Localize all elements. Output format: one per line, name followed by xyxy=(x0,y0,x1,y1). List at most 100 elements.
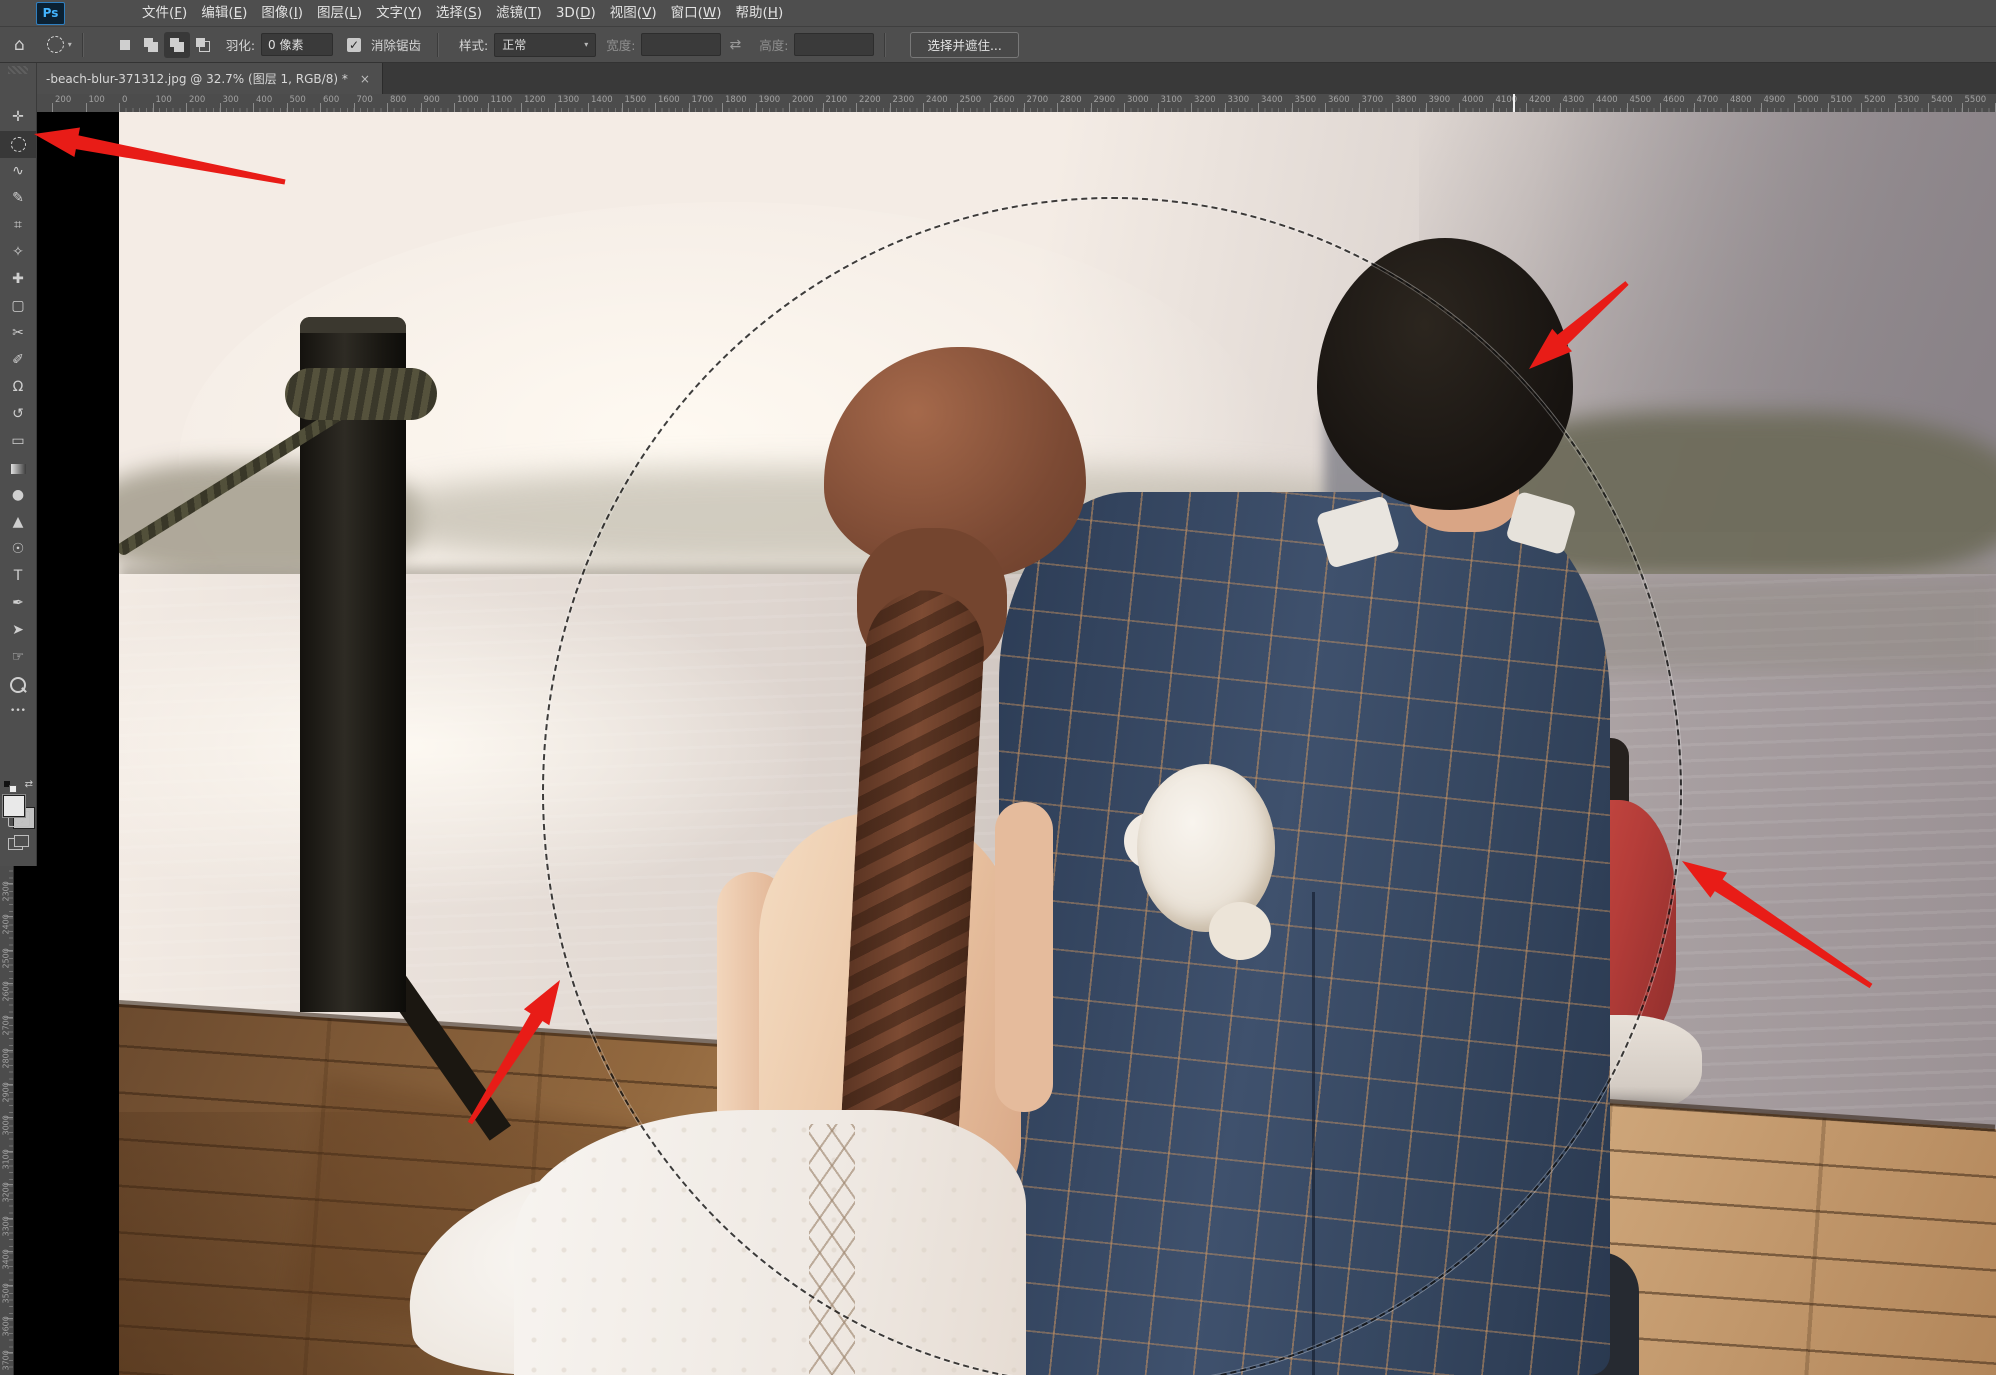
ruler-label: 3500 xyxy=(2,1283,11,1303)
menu-items: 文件(F)编辑(E)图像(I)图层(L)文字(Y)选择(S)滤镜(T)3D(D)… xyxy=(135,0,790,26)
patch-tool[interactable]: ▢ xyxy=(0,293,36,320)
menu-编辑[interactable]: 编辑(E) xyxy=(194,0,254,26)
foreground-color-swatch[interactable] xyxy=(3,795,25,817)
ruler-tick xyxy=(421,103,422,112)
blur-tool[interactable]: ● xyxy=(0,482,36,509)
ruler-tick xyxy=(1861,103,1862,112)
height-input[interactable] xyxy=(794,33,874,56)
menu-文字[interactable]: 文字(Y) xyxy=(369,0,429,26)
menu-窗口[interactable]: 窗口(W) xyxy=(664,0,729,26)
photoshop-logo[interactable]: Ps xyxy=(36,2,65,25)
ruler-label: 3600 xyxy=(1328,95,1350,105)
width-input[interactable] xyxy=(641,33,721,56)
ruler-label: 2800 xyxy=(2,1049,11,1069)
more-tools-icon: ••• xyxy=(10,706,26,716)
ruler-label: 1500 xyxy=(625,95,647,105)
intersect-selection-button[interactable] xyxy=(190,32,216,58)
quick-selection-tool[interactable]: ✎ xyxy=(0,185,36,212)
eraser-tool[interactable]: ▭ xyxy=(0,428,36,455)
ruler-label: 100 xyxy=(156,95,172,105)
history-brush-tool[interactable]: ↺ xyxy=(0,401,36,428)
ruler-tick xyxy=(1895,103,1896,112)
elliptical-marquee-tool[interactable] xyxy=(0,131,36,158)
ruler-label: 2300 xyxy=(2,881,11,901)
panel-grip[interactable] xyxy=(8,66,28,74)
swap-width-height-icon[interactable]: ⇄ xyxy=(729,37,741,53)
content-aware-move-tool[interactable]: ✂ xyxy=(0,320,36,347)
dodge-tool-icon: ☉ xyxy=(12,541,25,557)
blur-tool-icon: ● xyxy=(12,487,24,503)
more-tools[interactable]: ••• xyxy=(0,698,36,725)
clone-stamp-tool[interactable]: Ω xyxy=(0,374,36,401)
ruler-label: 200 xyxy=(55,95,71,105)
ruler-tick xyxy=(521,103,522,112)
home-icon[interactable]: ⌂ xyxy=(14,35,25,55)
swap-colors-icon[interactable]: ⇄ xyxy=(25,779,33,790)
screen-mode-button[interactable] xyxy=(8,835,28,850)
hand-tool-icon: ☞ xyxy=(12,649,25,665)
ruler-tick xyxy=(454,103,455,112)
style-label: 样式: xyxy=(459,35,488,54)
ruler-tick xyxy=(1292,103,1293,112)
subtract-from-selection-button[interactable] xyxy=(164,32,190,58)
hand-tool[interactable]: ☞ xyxy=(0,644,36,671)
ruler-tick xyxy=(1660,103,1661,112)
ruler-label: 1600 xyxy=(658,95,680,105)
content-aware-move-tool-icon: ✂ xyxy=(12,325,24,341)
lasso-tool[interactable]: ∿ xyxy=(0,158,36,185)
style-dropdown[interactable]: 正常 ▾ xyxy=(494,33,596,57)
eyedropper-tool[interactable]: ✧ xyxy=(0,239,36,266)
ruler-label: 2600 xyxy=(2,982,11,1002)
crop-tool[interactable]: ⌗ xyxy=(0,212,36,239)
ruler-tick xyxy=(52,103,53,112)
menu-选择[interactable]: 选择(S) xyxy=(429,0,489,26)
brush-tool[interactable]: ✐ xyxy=(0,347,36,374)
menu-图像[interactable]: 图像(I) xyxy=(254,0,310,26)
vertical-ruler[interactable]: 2300240025002600270028002900300031003200… xyxy=(0,866,14,1375)
ruler-tick xyxy=(1426,103,1427,112)
type-tool[interactable]: T xyxy=(0,563,36,590)
new-selection-button[interactable] xyxy=(112,32,138,58)
sharpen-tool[interactable]: ▲ xyxy=(0,509,36,536)
menu-滤镜[interactable]: 滤镜(T) xyxy=(489,0,549,26)
document-canvas[interactable] xyxy=(119,112,1996,1375)
menu-图层[interactable]: 图层(L) xyxy=(310,0,369,26)
feather-input[interactable]: 0 像素 xyxy=(261,33,333,56)
anti-alias-label: 消除锯齿 xyxy=(371,35,421,54)
dodge-tool[interactable]: ☉ xyxy=(0,536,36,563)
pen-tool[interactable]: ✒ xyxy=(0,590,36,617)
chevron-down-icon: ▾ xyxy=(584,40,588,49)
spot-healing-brush-tool[interactable]: ✚ xyxy=(0,266,36,293)
tools-panel: ✛ ∿✎⌗✧✚▢ ✂ ✐Ω ↺ ▭ ● ▲ ☉ T✒➤ ☞ ••• ⇄ xyxy=(0,63,37,866)
zoom-tool[interactable] xyxy=(0,671,36,698)
tool-preset-badge[interactable]: ▾ xyxy=(47,36,72,53)
ruler-label: 3100 xyxy=(2,1149,11,1169)
ruler-tick xyxy=(1024,103,1025,112)
ruler-label: 2900 xyxy=(2,1082,11,1102)
ruler-label: 4200 xyxy=(1529,95,1551,105)
ruler-tick xyxy=(1694,103,1695,112)
menu-文件[interactable]: 文件(F) xyxy=(135,0,194,26)
menu-视图[interactable]: 视图(V) xyxy=(603,0,664,26)
ruler-label: 3000 xyxy=(2,1116,11,1136)
document-tab[interactable]: -beach-blur-371312.jpg @ 32.7% (图层 1, RG… xyxy=(34,63,383,94)
menu-帮助[interactable]: 帮助(H) xyxy=(729,0,791,26)
menu-bar: Ps 文件(F)编辑(E)图像(I)图层(L)文字(Y)选择(S)滤镜(T)3D… xyxy=(0,0,1996,27)
default-colors-icon[interactable] xyxy=(4,781,16,791)
ruler-label: 3100 xyxy=(1161,95,1183,105)
new-selection-icon xyxy=(120,40,130,50)
anti-alias-checkbox[interactable]: ✓ xyxy=(347,38,361,52)
ruler-label: 2400 xyxy=(2,915,11,935)
sharpen-tool-icon: ▲ xyxy=(13,514,24,530)
path-selection-tool[interactable]: ➤ xyxy=(0,617,36,644)
add-to-selection-button[interactable] xyxy=(138,32,164,58)
horizontal-ruler[interactable]: 2001000100200300400500600700800900100011… xyxy=(36,94,1996,113)
ruler-cursor-tick xyxy=(1513,94,1515,112)
move-tool[interactable]: ✛ xyxy=(0,104,36,131)
ruler-tick xyxy=(923,103,924,112)
history-brush-tool-icon: ↺ xyxy=(12,406,24,422)
gradient-tool[interactable] xyxy=(0,455,36,482)
menu-3D[interactable]: 3D(D) xyxy=(549,0,603,26)
select-and-mask-button[interactable]: 选择并遮住... xyxy=(910,32,1018,58)
close-document-icon[interactable]: × xyxy=(360,72,370,86)
